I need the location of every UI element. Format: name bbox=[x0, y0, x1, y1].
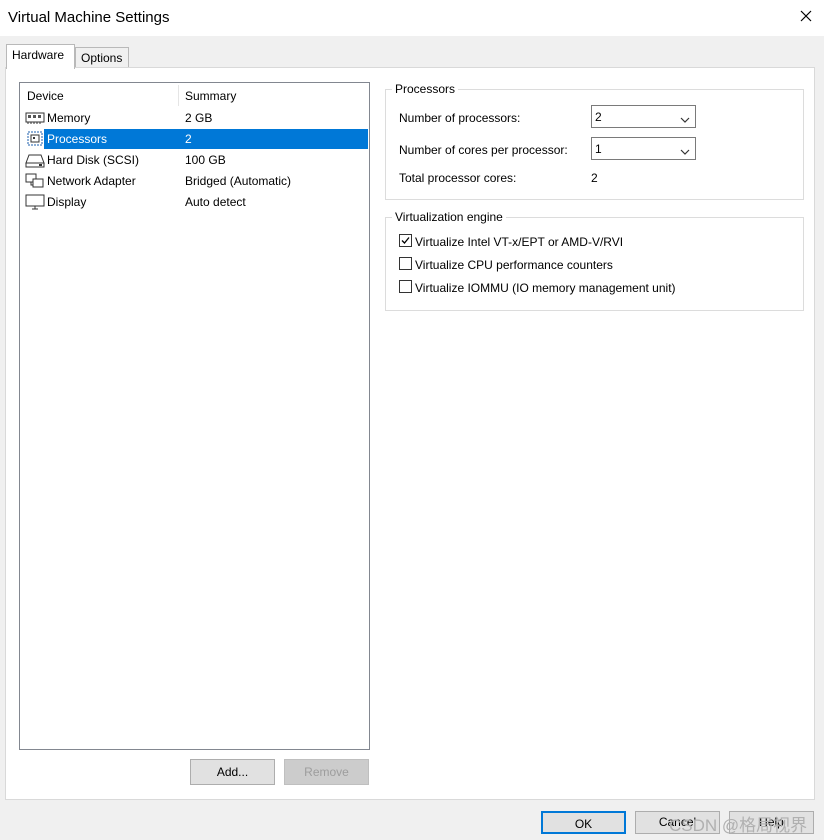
device-name: Network Adapter bbox=[47, 174, 136, 188]
device-summary: 2 GB bbox=[185, 111, 213, 125]
tab-options[interactable]: Options bbox=[75, 47, 129, 69]
device-row-processors[interactable]: Processors 2 bbox=[44, 129, 368, 149]
chevron-down-icon bbox=[680, 145, 690, 155]
tab-hardware[interactable]: Hardware bbox=[6, 44, 75, 69]
vtx-ept-label[interactable]: Virtualize Intel VT-x/EPT or AMD-V/RVI bbox=[415, 235, 623, 249]
device-summary: 2 bbox=[185, 132, 192, 146]
device-row-display[interactable]: Display Auto detect bbox=[21, 192, 368, 212]
total-cores-value: 2 bbox=[591, 171, 598, 185]
num-processors-label: Number of processors: bbox=[399, 111, 521, 125]
cpu-perf-counters-label[interactable]: Virtualize CPU performance counters bbox=[415, 258, 613, 272]
device-summary: Auto detect bbox=[185, 195, 246, 209]
num-processors-value: 2 bbox=[595, 110, 602, 124]
ok-button[interactable]: OK bbox=[541, 811, 626, 834]
add-button[interactable]: Add... bbox=[190, 759, 275, 785]
column-divider[interactable] bbox=[178, 85, 179, 106]
network-adapter-icon bbox=[25, 173, 45, 189]
cores-per-processor-select[interactable]: 1 bbox=[591, 137, 696, 160]
device-summary: 100 GB bbox=[185, 153, 226, 167]
memory-icon bbox=[25, 110, 45, 126]
cpu-perf-counters-checkbox[interactable] bbox=[399, 257, 412, 270]
title-bar: Virtual Machine Settings bbox=[0, 0, 824, 36]
tab-hardware-label: Hardware bbox=[12, 48, 65, 62]
device-row-memory[interactable]: Memory 2 GB bbox=[21, 108, 368, 128]
window-title: Virtual Machine Settings bbox=[8, 9, 170, 26]
column-header-device[interactable]: Device bbox=[27, 89, 64, 103]
tab-options-label: Options bbox=[81, 51, 123, 65]
cores-per-processor-label: Number of cores per processor: bbox=[399, 143, 568, 157]
total-cores-label: Total processor cores: bbox=[399, 171, 517, 185]
device-summary: Bridged (Automatic) bbox=[185, 174, 292, 188]
iommu-checkbox[interactable] bbox=[399, 280, 412, 293]
device-row-network-adapter[interactable]: Network Adapter Bridged (Automatic) bbox=[21, 171, 368, 191]
close-icon[interactable] bbox=[798, 8, 814, 24]
device-name: Display bbox=[47, 195, 87, 209]
device-list[interactable]: Device Summary Memory 2 GB Processors 2 bbox=[19, 82, 370, 750]
cores-per-processor-value: 1 bbox=[595, 142, 602, 156]
device-name: Memory bbox=[47, 111, 91, 125]
processors-group-title: Processors bbox=[392, 82, 459, 96]
num-processors-select[interactable]: 2 bbox=[591, 105, 696, 128]
processor-icon bbox=[25, 130, 45, 146]
vtx-ept-checkbox[interactable] bbox=[399, 234, 412, 247]
iommu-label[interactable]: Virtualize IOMMU (IO memory management u… bbox=[415, 281, 676, 295]
virtualization-group-title: Virtualization engine bbox=[392, 210, 506, 224]
list-header: Device Summary bbox=[20, 83, 369, 108]
watermark: CSDN @格局视界 bbox=[669, 816, 808, 835]
display-icon bbox=[25, 194, 45, 210]
hard-disk-icon bbox=[25, 152, 45, 168]
device-name: Hard Disk (SCSI) bbox=[47, 153, 140, 167]
column-header-summary[interactable]: Summary bbox=[185, 89, 236, 103]
device-row-hard-disk[interactable]: Hard Disk (SCSI) 100 GB bbox=[21, 150, 368, 170]
device-name: Processors bbox=[47, 132, 108, 146]
chevron-down-icon bbox=[680, 113, 690, 123]
remove-button[interactable]: Remove bbox=[284, 759, 369, 785]
